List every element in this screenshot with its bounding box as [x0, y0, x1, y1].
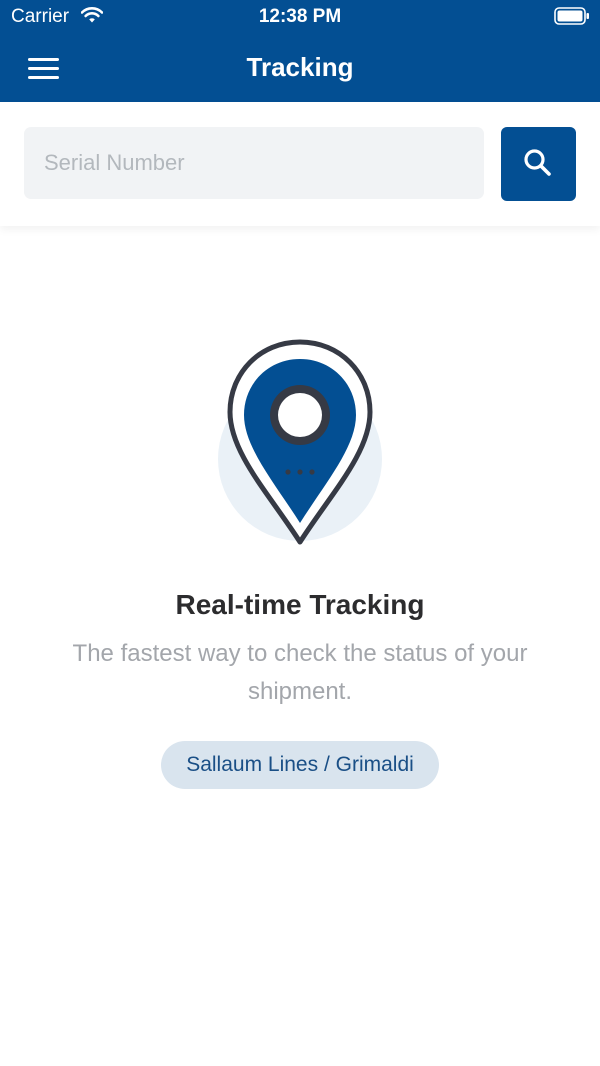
status-time: 12:38 PM [258, 6, 342, 27]
empty-state-title: Real-time Tracking [175, 589, 425, 620]
navigation-bar: Tracking [0, 34, 600, 102]
empty-state-subtitle: The fastest way to check the status of y… [72, 640, 528, 705]
search-button[interactable] [501, 127, 576, 201]
search-bar [0, 102, 600, 226]
carrier-chip[interactable]: Sallaum Lines / Grimaldi [161, 741, 439, 789]
serial-number-input[interactable] [24, 127, 484, 199]
hamburger-menu-icon[interactable] [20, 48, 68, 88]
top-bar: Carrier 12:38 PM Tracking [0, 0, 600, 102]
page-title: Tracking [246, 52, 354, 82]
location-pin-icon [218, 339, 382, 545]
battery-icon [554, 7, 589, 25]
tracking-screen: Carrier 12:38 PM Tracking Serial Number … [0, 0, 600, 1066]
search-icon [524, 149, 551, 176]
status-bar: Carrier 12:38 PM [0, 0, 600, 34]
